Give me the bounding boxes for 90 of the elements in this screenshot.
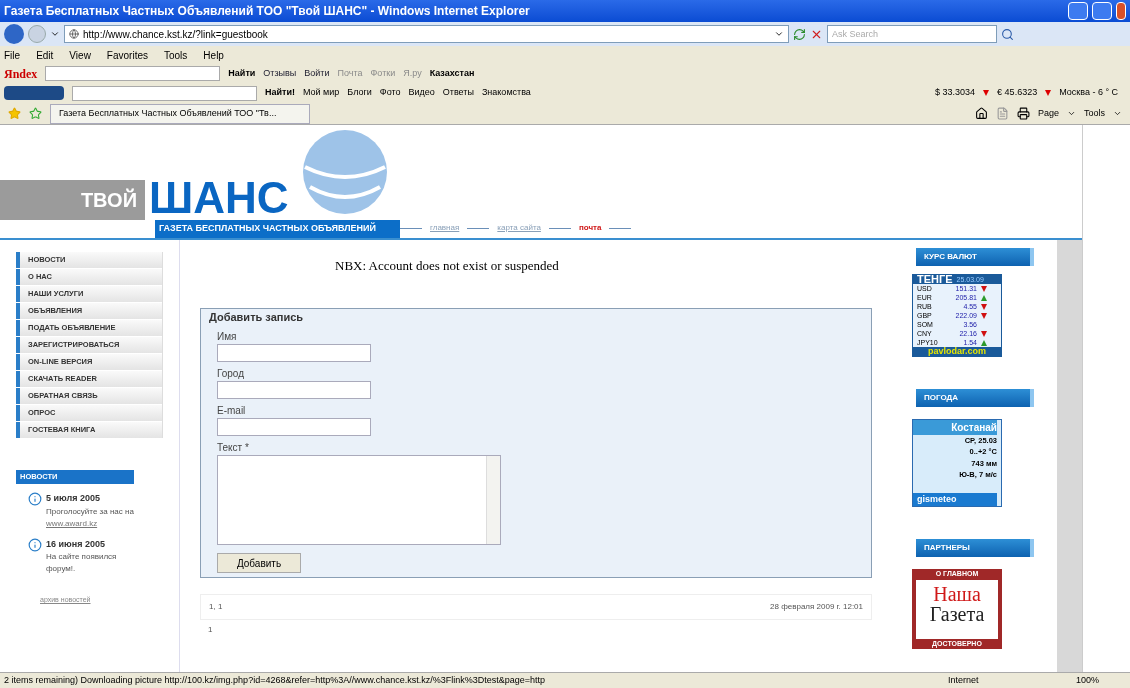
zone-label: Internet bbox=[948, 673, 980, 687]
toolbar-button[interactable]: Tools bbox=[1084, 106, 1105, 121]
toolbar-button[interactable]: Знакомства bbox=[481, 86, 531, 100]
yandex-search-field[interactable] bbox=[45, 66, 221, 81]
home-icon[interactable] bbox=[974, 107, 988, 120]
menu-item[interactable]: Help bbox=[203, 47, 224, 63]
caret-icon[interactable] bbox=[1067, 109, 1076, 118]
caret-icon[interactable] bbox=[1113, 109, 1122, 118]
window-title: Газета Бесплатных Частных Объявлений ТОО "Твой ШАНС" - Windows Internet Explorer bbox=[0, 0, 1130, 22]
refresh-icon[interactable] bbox=[793, 27, 806, 41]
toolbar-button[interactable]: Ответы bbox=[442, 86, 474, 100]
mail-search-field[interactable] bbox=[72, 85, 257, 101]
toolbar-button[interactable]: Видео bbox=[408, 86, 435, 100]
widget-source: pavlodar.com bbox=[913, 347, 1001, 356]
search-icon[interactable] bbox=[1001, 27, 1014, 41]
add-favorite-icon[interactable] bbox=[29, 107, 42, 120]
partners-header: ПАРТНЕРЫ bbox=[916, 539, 1034, 557]
toolbar-button[interactable]: Блоги bbox=[347, 86, 372, 100]
usd-rate: $ 33.3034 bbox=[935, 86, 976, 100]
news-link[interactable]: www.award.kz bbox=[46, 518, 98, 528]
search-button[interactable]: Найти bbox=[228, 66, 256, 81]
menu-item[interactable]: View bbox=[69, 47, 91, 63]
down-triangle-icon bbox=[981, 285, 987, 292]
weather-source: gismeteo bbox=[913, 492, 997, 506]
address-field[interactable]: http://www.chance.kst.kz/?link=guestbook bbox=[64, 25, 789, 43]
search-button[interactable]: Найти! bbox=[265, 86, 295, 100]
submit-button[interactable]: Добавить bbox=[217, 553, 301, 573]
widget-title: ТЕНГЕ bbox=[917, 275, 953, 284]
menu-item[interactable]: Tools bbox=[164, 47, 188, 63]
field-label: Город bbox=[217, 367, 246, 381]
logo-subtitle: ГАЗЕТА БЕСПЛАТНЫХ ЧАСТНЫХ ОБЪЯВЛЕНИЙ bbox=[155, 220, 400, 238]
weather-label[interactable]: Москва - 6 ° C bbox=[1059, 86, 1126, 100]
feeds-icon[interactable] bbox=[995, 107, 1009, 120]
dropdown-icon[interactable] bbox=[50, 29, 60, 39]
banner-title: Наша bbox=[933, 583, 981, 604]
browser-tab[interactable]: Газета Бесплатных Частных Объявлений ТОО "Тв... bbox=[50, 103, 310, 124]
yandex-logo: Яndex bbox=[4, 65, 38, 83]
news-text: Проголосуйте за нас на www.award.kz bbox=[46, 505, 135, 530]
info-icon bbox=[28, 537, 42, 552]
close-button[interactable] bbox=[1116, 2, 1126, 20]
eur-rate: € 45.6323 bbox=[997, 86, 1038, 100]
up-triangle-icon bbox=[981, 294, 987, 301]
search-field[interactable]: Ask Search bbox=[827, 25, 997, 43]
favorites-star-icon[interactable] bbox=[8, 107, 21, 120]
down-triangle-icon bbox=[1045, 90, 1052, 96]
zoom-level[interactable]: 100% bbox=[1076, 673, 1126, 688]
entry-text: 1 bbox=[207, 624, 214, 636]
minimize-button[interactable] bbox=[1068, 2, 1088, 20]
page-numbers[interactable]: 1, 1 bbox=[209, 601, 771, 613]
status-text: 2 items remaining) Downloading picture http://100.kz/img.php?id=4268&refer=http%3A//www.chance.kst.kz/%3Flink%3Dtest&page=http bbox=[4, 673, 547, 687]
toolbar-button[interactable]: Отзывы bbox=[263, 66, 297, 81]
toolbar-button[interactable]: Мой мир bbox=[303, 86, 340, 100]
weather-city: Костанай bbox=[913, 420, 997, 435]
toolbar-button[interactable]: Войти bbox=[304, 66, 330, 81]
menu-item[interactable]: Edit bbox=[36, 47, 54, 63]
restore-button[interactable] bbox=[1092, 2, 1112, 20]
field-label: E-mail bbox=[217, 404, 247, 418]
currency-header: КУРС ВАЛЮТ bbox=[916, 248, 1034, 266]
news-date: 16 июня 2005 bbox=[46, 537, 106, 551]
region-label[interactable]: Казахстан bbox=[429, 66, 475, 81]
toolbar-button[interactable]: Page bbox=[1037, 106, 1059, 121]
dropdown-icon[interactable] bbox=[774, 29, 784, 39]
scrollbar[interactable] bbox=[486, 456, 500, 544]
print-icon[interactable] bbox=[1016, 107, 1030, 120]
back-button[interactable] bbox=[4, 24, 24, 44]
menu-item[interactable]: File bbox=[4, 47, 21, 63]
entry-date: 28 февраля 2009 г. 12:01 bbox=[770, 601, 863, 613]
input-field[interactable] bbox=[217, 381, 371, 399]
input-field[interactable] bbox=[217, 418, 371, 436]
input-field[interactable] bbox=[217, 344, 371, 362]
down-triangle-icon bbox=[981, 330, 987, 337]
down-triangle-icon bbox=[983, 90, 990, 96]
logo-title: ШАНС bbox=[148, 176, 289, 220]
page-icon bbox=[69, 29, 79, 39]
nav-link[interactable]: почта bbox=[578, 222, 602, 234]
info-icon bbox=[28, 492, 42, 506]
up-triangle-icon bbox=[981, 339, 987, 346]
news-date: 5 июля 2005 bbox=[46, 492, 101, 505]
error-message: NBX: Account does not exist or suspended bbox=[335, 257, 560, 275]
form-title: Добавить запись bbox=[209, 309, 305, 325]
menu-item[interactable]: Favorites bbox=[106, 47, 148, 63]
logo-small-text: ТВОЙ bbox=[0, 180, 145, 220]
text-area[interactable] bbox=[217, 455, 501, 545]
news-text: На сайте появился форум!. bbox=[46, 551, 118, 575]
field-label: Имя bbox=[217, 330, 238, 344]
banner-title: Газета bbox=[929, 603, 985, 624]
toolbar-button[interactable]: Фото bbox=[379, 86, 401, 100]
url-text: http://www.chance.kst.kz/?link=guestbook bbox=[83, 27, 269, 42]
weather-header: ПОГОДА bbox=[916, 389, 1034, 407]
field-label: Текст * bbox=[217, 441, 250, 455]
